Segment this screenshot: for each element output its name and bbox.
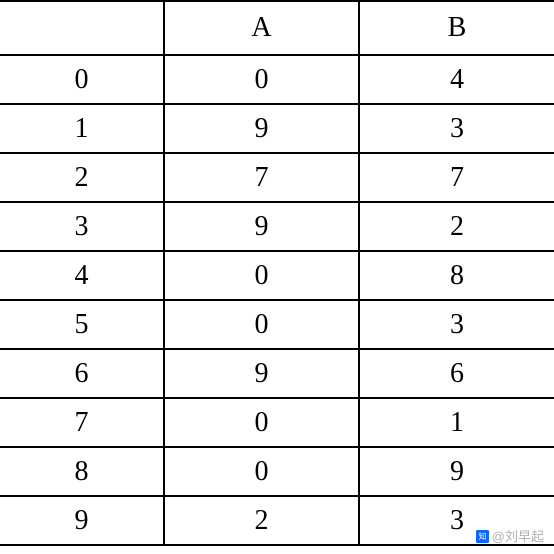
cell-index: 3 (0, 202, 164, 251)
cell-index: 2 (0, 153, 164, 202)
cell-index: 6 (0, 349, 164, 398)
table-row: 0 0 4 (0, 55, 554, 104)
zhihu-icon: 知 (476, 530, 489, 546)
cell-b: 2 (359, 202, 554, 251)
table-row: 1 9 3 (0, 104, 554, 153)
table-row: 9 2 3 (0, 496, 554, 545)
cell-index: 0 (0, 55, 164, 104)
table-header-row: A B (0, 1, 554, 55)
cell-a: 0 (164, 55, 359, 104)
data-table: A B 0 0 4 1 9 3 2 7 7 3 9 2 4 0 8 (0, 0, 554, 546)
table-row: 7 0 1 (0, 398, 554, 447)
cell-a: 0 (164, 447, 359, 496)
cell-a: 0 (164, 300, 359, 349)
table-row: 8 0 9 (0, 447, 554, 496)
cell-a: 7 (164, 153, 359, 202)
watermark-text: @刘早起 (492, 529, 544, 544)
cell-b: 7 (359, 153, 554, 202)
cell-b: 3 (359, 104, 554, 153)
cell-b: 1 (359, 398, 554, 447)
table-row: 4 0 8 (0, 251, 554, 300)
watermark: 知 @刘早起 (476, 526, 544, 546)
cell-a: 0 (164, 398, 359, 447)
cell-index: 1 (0, 104, 164, 153)
cell-index: 4 (0, 251, 164, 300)
cell-index: 9 (0, 496, 164, 545)
cell-b: 3 (359, 300, 554, 349)
header-index (0, 1, 164, 55)
cell-b: 9 (359, 447, 554, 496)
table-row: 3 9 2 (0, 202, 554, 251)
svg-text:知: 知 (478, 531, 486, 541)
cell-a: 9 (164, 349, 359, 398)
cell-a: 9 (164, 202, 359, 251)
header-col-b: B (359, 1, 554, 55)
table-row: 6 9 6 (0, 349, 554, 398)
cell-index: 8 (0, 447, 164, 496)
header-col-a: A (164, 1, 359, 55)
cell-a: 0 (164, 251, 359, 300)
cell-a: 9 (164, 104, 359, 153)
cell-index: 7 (0, 398, 164, 447)
cell-index: 5 (0, 300, 164, 349)
table-row: 5 0 3 (0, 300, 554, 349)
cell-b: 8 (359, 251, 554, 300)
cell-b: 4 (359, 55, 554, 104)
cell-a: 2 (164, 496, 359, 545)
table-row: 2 7 7 (0, 153, 554, 202)
cell-b: 6 (359, 349, 554, 398)
